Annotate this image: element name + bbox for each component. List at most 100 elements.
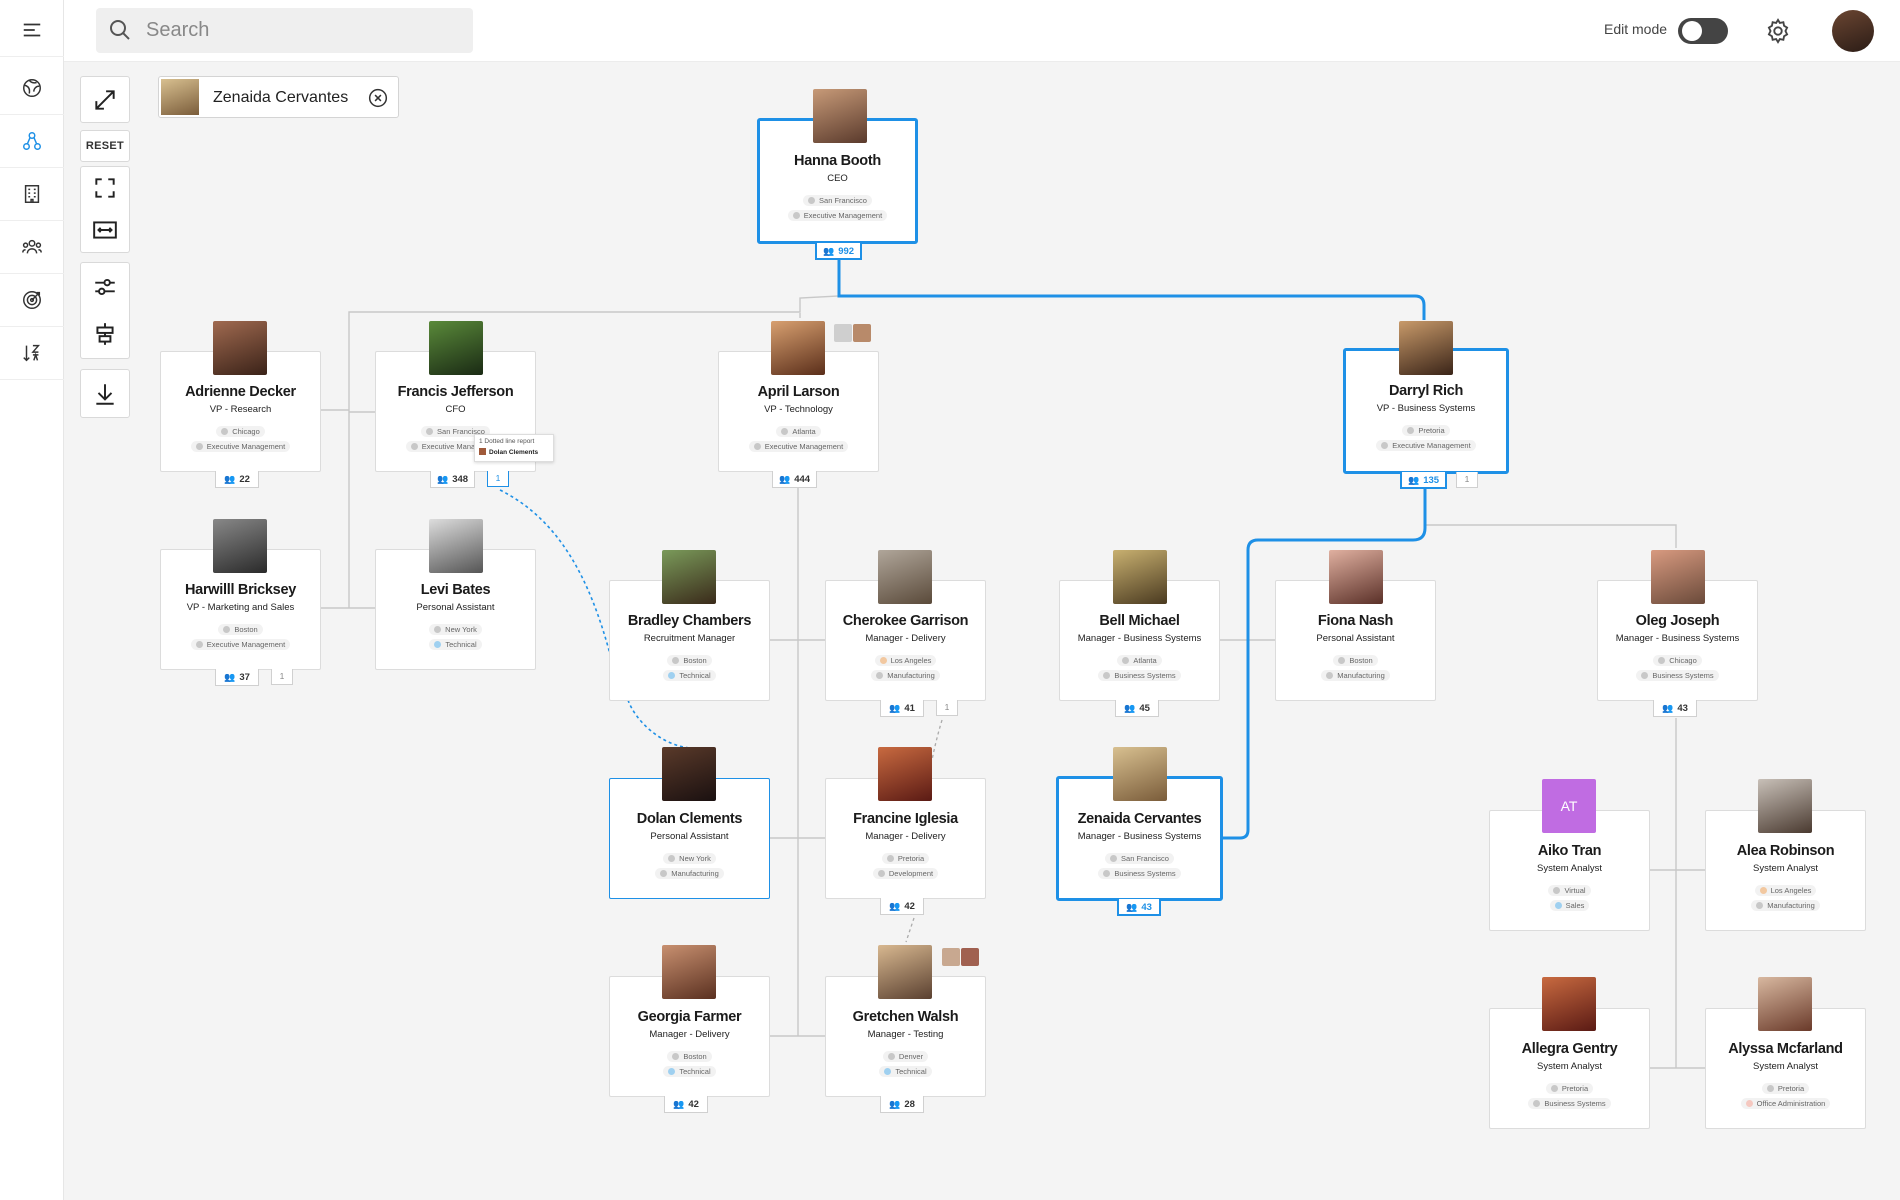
person-name: Zenaida Cervantes <box>1059 811 1220 827</box>
person-photo <box>1113 550 1167 604</box>
person-location: Pretoria <box>1346 425 1506 436</box>
person-photo <box>662 945 716 999</box>
person-department: Sales <box>1490 900 1649 911</box>
person-photo <box>429 519 483 573</box>
person-photo <box>1399 321 1453 375</box>
dotted-line-count[interactable]: 1 <box>487 471 509 487</box>
globe-icon[interactable] <box>0 62 64 115</box>
search-box[interactable] <box>96 8 473 53</box>
person-title: Manager - Business Systems <box>1059 831 1220 842</box>
person-department: Business Systems <box>1060 670 1219 681</box>
person-department: Business Systems <box>1490 1098 1649 1109</box>
assistant-thumbnail[interactable] <box>834 324 852 342</box>
person-title: VP - Technology <box>719 404 878 415</box>
report-count[interactable]: 👥135 <box>1400 472 1447 489</box>
person-name: Francis Jefferson <box>376 384 535 400</box>
person-department: Manufacturing <box>1276 670 1435 681</box>
report-count[interactable]: 👥992 <box>815 243 862 260</box>
person-location: Chicago <box>1598 655 1757 666</box>
assistant-thumbnail[interactable] <box>942 948 960 966</box>
target-icon[interactable] <box>0 274 64 327</box>
report-count[interactable]: 👥42 <box>880 898 924 915</box>
person-title: Manager - Delivery <box>610 1029 769 1040</box>
person-title: System Analyst <box>1490 863 1649 874</box>
person-name: Allegra Gentry <box>1490 1041 1649 1057</box>
report-count[interactable]: 👥22 <box>215 471 259 488</box>
person-photo <box>878 550 932 604</box>
selected-person-chip[interactable]: Zenaida Cervantes <box>158 76 399 118</box>
download-icon[interactable] <box>80 369 130 418</box>
person-department: Manufacturing <box>826 670 985 681</box>
person-department: Technical <box>610 1066 769 1077</box>
menu-icon[interactable] <box>0 4 64 57</box>
person-title: VP - Business Systems <box>1346 403 1506 414</box>
assistant-thumbnail[interactable] <box>961 948 979 966</box>
assistant-thumbnail[interactable] <box>853 324 871 342</box>
person-title: Personal Assistant <box>376 602 535 613</box>
person-title: VP - Research <box>161 404 320 415</box>
person-title: CFO <box>376 404 535 415</box>
dotted-line-count[interactable]: 1 <box>271 669 293 685</box>
report-count[interactable]: 👥43 <box>1117 899 1161 916</box>
person-title: Manager - Delivery <box>826 633 985 644</box>
person-photo <box>1329 550 1383 604</box>
building-icon[interactable] <box>0 168 64 221</box>
person-name: Bell Michael <box>1060 613 1219 629</box>
person-location: Chicago <box>161 426 320 437</box>
dotted-line-count[interactable]: 1 <box>1456 472 1478 488</box>
person-location: Atlanta <box>719 426 878 437</box>
selected-person-photo <box>161 79 199 115</box>
report-count[interactable]: 👥444 <box>772 471 817 488</box>
report-count[interactable]: 👥348 <box>430 471 475 488</box>
reset-button[interactable]: RESET <box>80 130 130 162</box>
report-count[interactable]: 👥45 <box>1115 700 1159 717</box>
close-icon[interactable] <box>368 88 388 108</box>
person-title: CEO <box>760 173 915 184</box>
person-photo <box>1542 977 1596 1031</box>
expand-icon[interactable] <box>80 76 130 123</box>
person-name: Dolan Clements <box>610 811 769 827</box>
report-count[interactable]: 👥42 <box>664 1096 708 1113</box>
person-name: Darryl Rich <box>1346 383 1506 399</box>
person-location: Boston <box>1276 655 1435 666</box>
person-location: San Francisco <box>760 195 915 206</box>
layout-align-icon[interactable] <box>80 310 130 359</box>
report-count[interactable]: 👥41 <box>880 700 924 717</box>
person-photo <box>213 519 267 573</box>
person-name: Bradley Chambers <box>610 613 769 629</box>
report-count[interactable]: 👥28 <box>880 1096 924 1113</box>
report-count[interactable]: 👥43 <box>1653 700 1697 717</box>
report-count[interactable]: 👥37 <box>215 669 259 686</box>
org-chart-icon[interactable] <box>0 115 64 168</box>
filter-sliders-icon[interactable] <box>80 262 130 311</box>
person-name: Alea Robinson <box>1706 843 1865 859</box>
person-location: Pretoria <box>1490 1083 1649 1094</box>
sort-az-icon[interactable] <box>0 327 64 380</box>
team-icon[interactable] <box>0 221 64 274</box>
person-photo <box>1113 747 1167 801</box>
dotted-line-count[interactable]: 1 <box>936 700 958 716</box>
gear-icon[interactable] <box>1764 17 1792 45</box>
person-name: Cherokee Garrison <box>826 613 985 629</box>
person-department: Manufacturing <box>1706 900 1865 911</box>
person-location: Los Angeles <box>826 655 985 666</box>
user-avatar[interactable] <box>1832 10 1874 52</box>
search-icon <box>108 18 132 42</box>
person-department: Technical <box>826 1066 985 1077</box>
person-department: Development <box>826 868 985 879</box>
person-photo <box>213 321 267 375</box>
person-title: Personal Assistant <box>610 831 769 842</box>
person-name: Levi Bates <box>376 582 535 598</box>
dotted-line-tooltip: 1 Dotted line reportDolan Clements <box>474 434 554 462</box>
edit-mode-toggle[interactable] <box>1678 18 1728 44</box>
person-department: Executive Management <box>760 210 915 221</box>
search-input[interactable] <box>146 8 456 53</box>
person-photo <box>429 321 483 375</box>
person-location: San Francisco <box>1059 853 1220 864</box>
left-rail <box>0 0 64 1200</box>
fit-screen-icon[interactable] <box>80 166 130 208</box>
person-title: Recruitment Manager <box>610 633 769 644</box>
person-title: Manager - Testing <box>826 1029 985 1040</box>
fit-width-icon[interactable] <box>80 207 130 253</box>
person-location: Atlanta <box>1060 655 1219 666</box>
